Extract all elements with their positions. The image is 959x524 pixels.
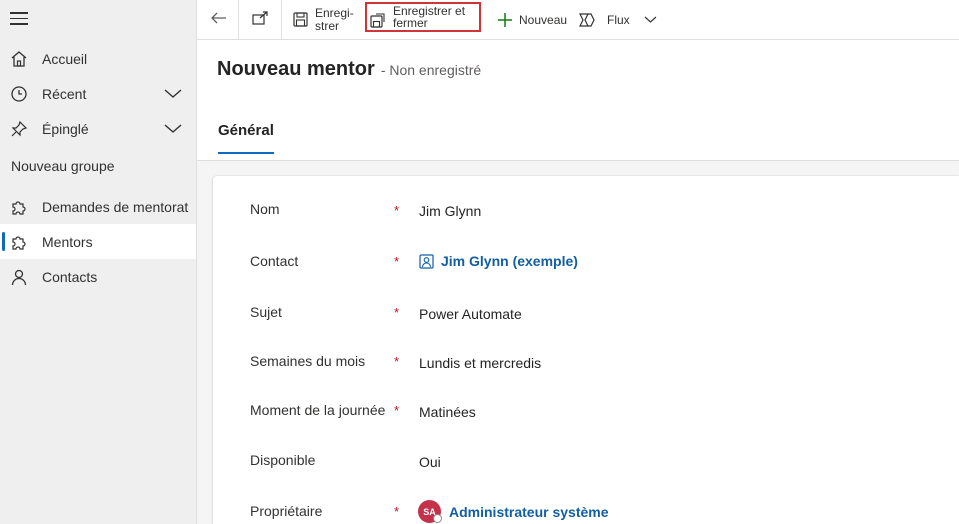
save-status: - Non enregistré <box>380 62 482 78</box>
flow-icon <box>579 12 595 27</box>
hamburger-menu-icon[interactable] <box>10 12 28 26</box>
weeks-field[interactable]: Lundis et mercredis <box>419 355 541 371</box>
sidebar-item-mentors[interactable]: Mentors <box>0 224 196 259</box>
new-label: Nouveau <box>519 12 568 27</box>
subject-field[interactable]: Power Automate <box>419 306 522 322</box>
presence-status-icon <box>433 514 442 523</box>
flow-button[interactable]: Flux <box>579 0 657 39</box>
puzzle-icon <box>10 198 28 216</box>
person-icon <box>10 268 28 286</box>
sidebar-group-title: Nouveau groupe <box>11 158 115 174</box>
sidebar-item-pinned[interactable]: Épinglé <box>0 111 196 146</box>
popout-icon <box>251 10 269 29</box>
time-of-day-field[interactable]: Matinées <box>419 404 476 420</box>
name-field[interactable]: Jim Glynn <box>419 203 481 219</box>
required-marker: * <box>394 203 400 218</box>
open-in-new-window-button[interactable] <box>247 0 273 39</box>
contact-link[interactable]: Jim Glynn (exemple) <box>441 253 578 269</box>
owner-link[interactable]: Administrateur système <box>449 504 609 520</box>
save-icon <box>293 12 308 27</box>
sidebar-item-contacts[interactable]: Contacts <box>0 259 196 294</box>
new-button[interactable]: Nouveau <box>497 0 567 39</box>
chevron-down-icon[interactable] <box>164 121 182 135</box>
sidebar-item-label: Demandes de mentorat <box>42 198 189 215</box>
form-card <box>213 176 959 524</box>
tab-active-indicator <box>218 152 274 154</box>
sidebar-item-label: Contacts <box>42 268 98 285</box>
available-field[interactable]: Oui <box>419 454 441 470</box>
required-marker: * <box>394 354 400 369</box>
record-header: Nouveau mentor - Non enregistré <box>217 58 481 81</box>
sidebar-item-label: Épinglé <box>42 120 89 137</box>
sidebar-item-mentoring-requests[interactable]: Demandes de mentorat <box>0 189 196 224</box>
sidebar-item-recent[interactable]: Récent <box>0 76 196 111</box>
plus-icon <box>497 12 513 28</box>
field-label-subject: Sujet <box>250 304 282 320</box>
required-marker: * <box>394 504 400 519</box>
home-icon <box>10 50 28 68</box>
field-label-available: Disponible <box>250 452 316 468</box>
arrow-left-icon <box>210 11 228 28</box>
field-label-time-of-day: Moment de la journée <box>250 402 386 418</box>
save-label-line1: Enregi- <box>315 5 354 20</box>
back-button[interactable] <box>205 0 233 39</box>
chevron-down-icon <box>644 15 657 24</box>
sidebar-item-label: Mentors <box>42 233 93 250</box>
sidebar: Accueil Récent Épinglé Nouveau groupe De… <box>0 0 197 524</box>
field-label-owner: Propriétaire <box>250 503 323 519</box>
clock-icon <box>10 85 28 103</box>
required-marker: * <box>394 305 400 320</box>
required-marker: * <box>394 403 400 418</box>
save-label-line2: strer <box>315 18 339 33</box>
field-label-contact: Contact <box>250 253 299 269</box>
page-title: Nouveau mentor <box>217 58 375 80</box>
required-marker: * <box>394 254 400 269</box>
command-bar: Enregi- strer Enregistrer et fermer Nouv… <box>197 0 959 40</box>
highlight-box <box>365 2 481 32</box>
chevron-down-icon[interactable] <box>164 86 182 100</box>
field-label-name: Nom <box>250 201 280 217</box>
field-label-weeks: Semaines du mois <box>250 353 366 369</box>
sidebar-item-label: Récent <box>42 85 87 102</box>
sidebar-item-label: Accueil <box>42 50 88 67</box>
contact-card-icon <box>419 253 434 269</box>
sidebar-item-home[interactable]: Accueil <box>0 41 196 76</box>
puzzle-icon <box>10 233 28 251</box>
contact-lookup[interactable]: Jim Glynn (exemple) <box>419 253 578 269</box>
flow-label: Flux <box>607 12 630 27</box>
save-button[interactable]: Enregi- strer <box>293 0 354 39</box>
pin-icon <box>10 120 28 138</box>
tab-general[interactable]: Général <box>218 122 274 139</box>
